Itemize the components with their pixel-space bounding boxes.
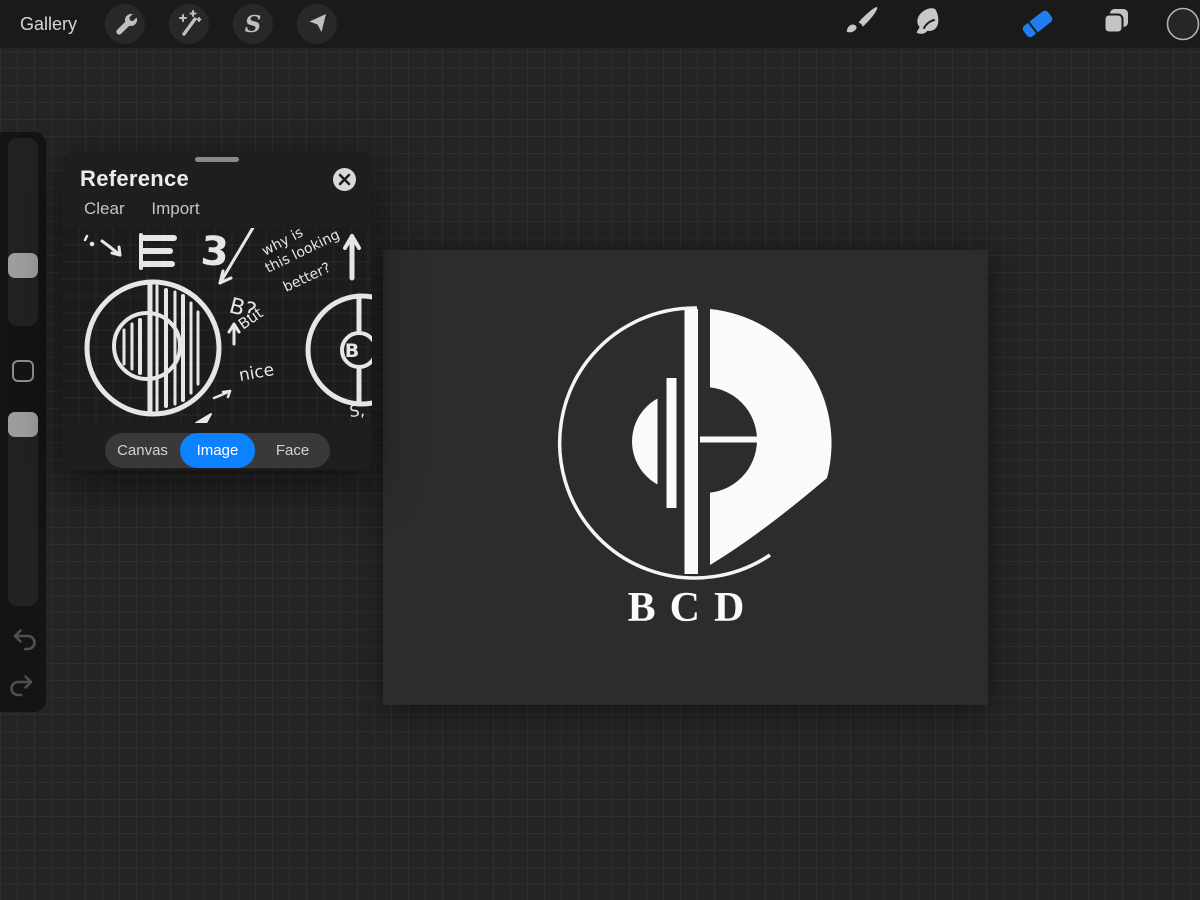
magic-wand-icon — [169, 4, 209, 44]
logo-left-gap — [677, 388, 685, 498]
panel-title: Reference — [80, 166, 189, 192]
panel-drag-handle[interactable] — [195, 157, 239, 162]
opacity-handle[interactable] — [8, 412, 38, 437]
redo-icon — [7, 668, 39, 700]
paint-tools-group — [820, 0, 1200, 48]
undo-icon — [7, 622, 39, 654]
logo-left-edge-bar — [685, 309, 699, 574]
selection-s-icon: S — [233, 4, 273, 44]
reference-sketch: 3 B? But nice why is this looking better… — [62, 228, 372, 423]
redo-button[interactable] — [7, 668, 39, 705]
transform-arrow-icon — [297, 4, 337, 44]
tab-canvas[interactable]: Canvas — [105, 433, 180, 468]
undo-button[interactable] — [7, 622, 39, 659]
close-button[interactable] — [333, 168, 356, 191]
sketch-b-badge: B — [345, 340, 359, 362]
opacity-slider[interactable] — [8, 412, 38, 606]
wrench-icon — [105, 4, 145, 44]
selection-button[interactable]: S — [233, 4, 273, 44]
close-x-icon — [338, 173, 351, 186]
import-button[interactable]: Import — [151, 199, 199, 218]
modify-button[interactable] — [12, 360, 34, 382]
panel-actions: Clear Import — [84, 199, 222, 219]
sketch-s-label: S, — [348, 400, 365, 420]
logo-left-inner-bar — [667, 378, 677, 508]
color-swatch[interactable] — [1168, 9, 1199, 40]
transform-button[interactable] — [297, 4, 337, 44]
tab-face[interactable]: Face — [255, 433, 330, 468]
layers-button[interactable] — [1105, 9, 1129, 33]
logo-left-notch — [658, 388, 667, 498]
reference-image[interactable]: 3 B? But nice why is this looking better… — [62, 228, 372, 423]
eraser-button[interactable] — [1021, 9, 1054, 39]
tab-image[interactable]: Image — [180, 433, 255, 468]
gallery-button[interactable]: Gallery — [20, 0, 77, 48]
brush-size-slider[interactable] — [8, 138, 38, 326]
reference-tabs: Canvas Image Face — [105, 433, 330, 468]
adjustments-button[interactable] — [169, 4, 209, 44]
clear-button[interactable]: Clear — [84, 199, 125, 218]
logo-wordmark: BCD — [628, 585, 759, 631]
brush-sidebar — [0, 132, 46, 712]
reference-panel: Reference Clear Import — [62, 152, 372, 470]
top-toolbar: Gallery S — [0, 0, 1200, 48]
sketch-number-3: 3 — [199, 228, 230, 276]
smudge-button[interactable] — [917, 8, 939, 33]
bcd-logo: BCD — [383, 250, 988, 705]
logo-right-crossbar — [700, 437, 760, 443]
actions-button[interactable] — [105, 4, 145, 44]
svg-text:S: S — [245, 11, 262, 38]
brush-button[interactable] — [847, 7, 878, 32]
brush-size-handle[interactable] — [8, 253, 38, 278]
drawing-canvas[interactable]: BCD — [383, 250, 988, 705]
